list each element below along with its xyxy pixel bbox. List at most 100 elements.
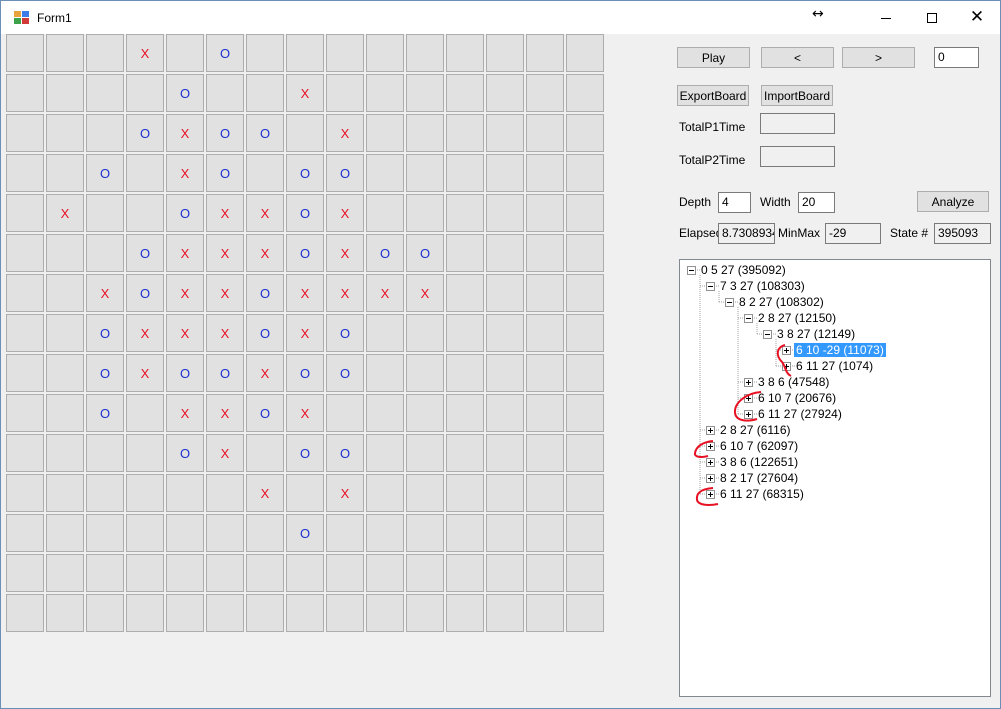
board-cell[interactable]: O (166, 194, 204, 232)
board-cell[interactable]: X (166, 114, 204, 152)
board-cell[interactable]: X (126, 314, 164, 352)
board-cell[interactable]: O (286, 154, 324, 192)
board-cell[interactable] (526, 514, 564, 552)
board-cell[interactable] (46, 234, 84, 272)
tree-node-label[interactable]: 3 8 6 (122651) (718, 455, 800, 469)
board-cell[interactable]: O (166, 434, 204, 472)
board-cell[interactable] (6, 194, 44, 232)
board-cell[interactable]: O (206, 34, 244, 72)
board-cell[interactable] (366, 554, 404, 592)
board-cell[interactable]: X (246, 234, 284, 272)
board-cell[interactable] (6, 234, 44, 272)
board-cell[interactable] (86, 514, 124, 552)
board-cell[interactable] (486, 594, 524, 632)
board-cell[interactable]: X (206, 234, 244, 272)
board-cell[interactable] (46, 434, 84, 472)
board-cell[interactable]: O (126, 274, 164, 312)
board-cell[interactable] (126, 154, 164, 192)
board-cell[interactable] (526, 234, 564, 272)
search-tree-view[interactable]: 0 5 27 (395092) 7 3 27 (108303) 8 2 27 (10… (679, 259, 991, 697)
board-cell[interactable] (46, 554, 84, 592)
board-cell[interactable]: O (166, 74, 204, 112)
board-cell[interactable]: O (286, 354, 324, 392)
board-cell[interactable] (486, 514, 524, 552)
board-cell[interactable] (366, 114, 404, 152)
board-cell[interactable]: O (286, 194, 324, 232)
board-cell[interactable]: O (286, 514, 324, 552)
play-button[interactable]: Play (677, 47, 750, 68)
board-cell[interactable] (406, 394, 444, 432)
expand-icon[interactable] (744, 409, 753, 419)
tree-node-label[interactable]: 7 3 27 (108303) (718, 279, 807, 293)
board-cell[interactable] (486, 274, 524, 312)
tree-node[interactable]: 3 8 6 (47548) (744, 374, 831, 390)
board-cell[interactable] (206, 554, 244, 592)
board-cell[interactable] (286, 594, 324, 632)
board-cell[interactable] (446, 554, 484, 592)
board-cell[interactable] (566, 234, 604, 272)
import-board-button[interactable]: ImportBoard (761, 85, 833, 106)
board-cell[interactable]: X (206, 274, 244, 312)
minimize-button[interactable] (863, 1, 909, 34)
minmax-field[interactable]: -29 (825, 223, 881, 244)
depth-field[interactable]: 4 (718, 192, 751, 213)
board-cell[interactable] (526, 74, 564, 112)
board-cell[interactable] (46, 74, 84, 112)
board-cell[interactable] (526, 314, 564, 352)
tree-node-label[interactable]: 6 11 27 (27924) (756, 407, 844, 421)
board-cell[interactable] (526, 114, 564, 152)
board-cell[interactable] (566, 154, 604, 192)
board-cell[interactable] (6, 74, 44, 112)
tree-node-label[interactable]: 8 2 27 (108302) (737, 295, 826, 309)
board-cell[interactable]: O (246, 394, 284, 432)
board-cell[interactable] (526, 154, 564, 192)
board-cell[interactable] (46, 594, 84, 632)
board-cell[interactable] (566, 114, 604, 152)
board-cell[interactable] (486, 474, 524, 512)
board-cell[interactable]: O (326, 314, 364, 352)
board-cell[interactable] (6, 114, 44, 152)
board-cell[interactable] (86, 594, 124, 632)
board-cell[interactable] (86, 234, 124, 272)
board-cell[interactable] (366, 194, 404, 232)
board-cell[interactable] (126, 554, 164, 592)
board-cell[interactable] (6, 34, 44, 72)
board-cell[interactable]: O (206, 354, 244, 392)
tree-node[interactable]: 2 8 27 (12150) (744, 310, 838, 326)
board-cell[interactable] (46, 514, 84, 552)
expand-icon[interactable] (744, 393, 753, 403)
board-cell[interactable] (126, 594, 164, 632)
board-cell[interactable] (446, 594, 484, 632)
tree-node-label[interactable]: 3 8 6 (47548) (756, 375, 831, 389)
board-cell[interactable] (566, 394, 604, 432)
collapse-icon[interactable] (744, 313, 753, 323)
board-cell[interactable] (486, 154, 524, 192)
expand-icon[interactable] (782, 361, 791, 371)
board-cell[interactable] (446, 194, 484, 232)
board-cell[interactable] (126, 514, 164, 552)
board-cell[interactable]: X (286, 74, 324, 112)
tree-node-label[interactable]: 6 10 7 (20676) (756, 391, 838, 405)
board-cell[interactable] (486, 34, 524, 72)
board-cell[interactable] (486, 74, 524, 112)
board-cell[interactable] (446, 474, 484, 512)
board-cell[interactable] (446, 34, 484, 72)
board-cell[interactable] (86, 434, 124, 472)
board-cell[interactable] (566, 354, 604, 392)
board-cell[interactable] (486, 554, 524, 592)
board-cell[interactable]: X (406, 274, 444, 312)
board-cell[interactable] (126, 394, 164, 432)
board-cell[interactable] (446, 314, 484, 352)
board-cell[interactable]: O (86, 314, 124, 352)
board-cell[interactable]: O (126, 234, 164, 272)
board-cell[interactable] (6, 354, 44, 392)
board-cell[interactable] (526, 554, 564, 592)
board-cell[interactable] (406, 514, 444, 552)
board-cell[interactable] (566, 594, 604, 632)
collapse-icon[interactable] (763, 329, 772, 339)
board-cell[interactable] (206, 514, 244, 552)
board-cell[interactable]: O (326, 434, 364, 472)
board-cell[interactable] (206, 594, 244, 632)
board-cell[interactable] (6, 274, 44, 312)
board-cell[interactable] (446, 154, 484, 192)
